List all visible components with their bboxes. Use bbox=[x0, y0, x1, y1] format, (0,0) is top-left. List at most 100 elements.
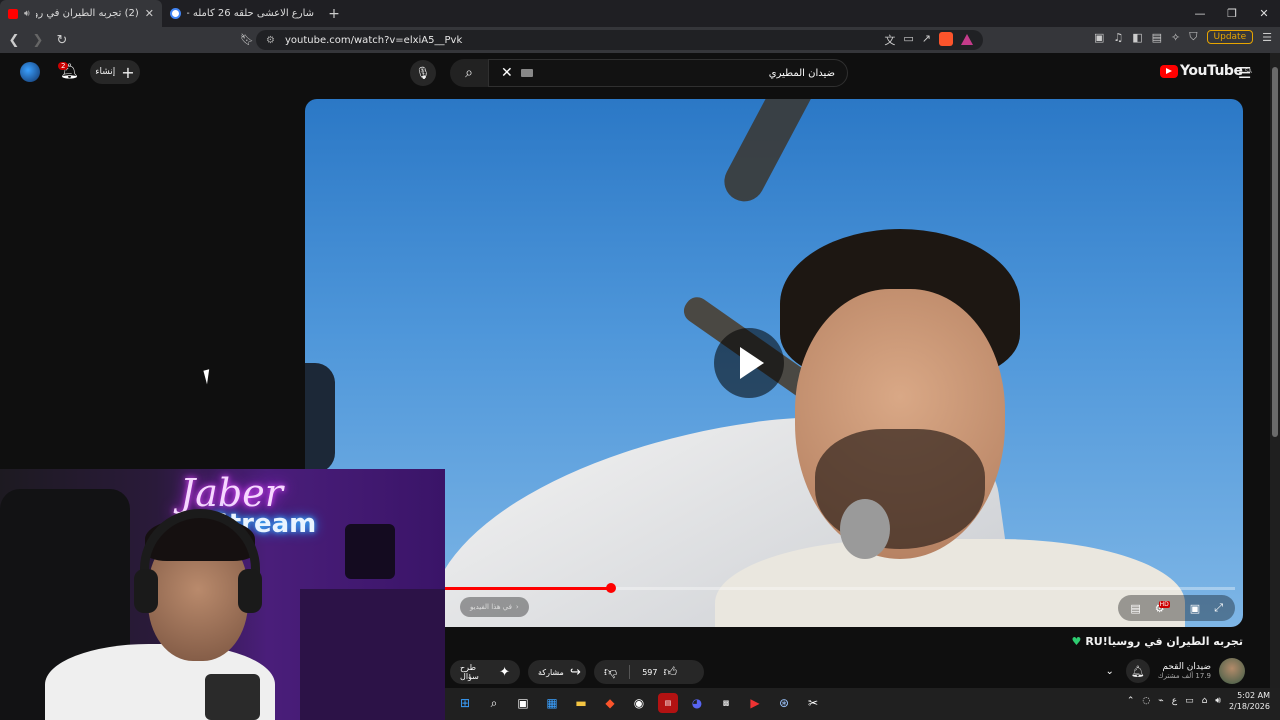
tab-title: شارع الاعشى حلقه 26 كامله - Search bbox=[187, 8, 314, 19]
green-heart-icon: ♥ bbox=[1071, 635, 1082, 648]
close-window-icon[interactable]: ✕ bbox=[1248, 0, 1280, 27]
like-dislike-group: 👎︎ 597 👍︎ bbox=[594, 660, 704, 684]
scrubber-handle[interactable] bbox=[605, 583, 616, 593]
channel-avatar[interactable] bbox=[1219, 658, 1245, 684]
minimize-icon[interactable]: — bbox=[1184, 0, 1216, 27]
sidebar-icon[interactable]: ◧ bbox=[1132, 31, 1142, 44]
new-tab-button[interactable]: + bbox=[322, 6, 346, 22]
page-scrollbar[interactable] bbox=[1270, 53, 1280, 688]
hamburger-menu-icon[interactable]: ☰ bbox=[1238, 64, 1251, 82]
settings-gear-icon[interactable]: ⚙HD bbox=[1155, 600, 1176, 615]
news-app-icon[interactable]: ▤ bbox=[658, 693, 678, 713]
mouse-cursor-icon bbox=[203, 367, 219, 385]
close-tab-icon[interactable]: ✕ bbox=[145, 7, 154, 20]
obs-icon[interactable]: ◉ bbox=[629, 693, 649, 713]
clear-search-icon[interactable]: ✕ bbox=[501, 65, 513, 81]
speaker-icon[interactable]: 🔊︎ bbox=[24, 9, 30, 19]
progress-bar[interactable] bbox=[445, 583, 1235, 593]
channel-name[interactable]: ضيدان القحم bbox=[1158, 662, 1211, 672]
video-player[interactable]: في هذا الفيديو › ▤ ⚙HD ▣ ⤢ bbox=[305, 99, 1243, 627]
back-icon[interactable]: ❮ bbox=[4, 33, 24, 48]
like-count[interactable]: 597 bbox=[642, 668, 657, 677]
music-icon[interactable]: ♫ bbox=[1113, 31, 1123, 44]
site-settings-icon[interactable]: ⚙ bbox=[266, 35, 275, 46]
translate-icon[interactable]: 文 bbox=[884, 32, 895, 48]
steam-icon[interactable]: ⊛ bbox=[774, 693, 794, 713]
brave-browser-icon[interactable]: ◆ bbox=[600, 693, 620, 713]
store-icon[interactable]: ▦ bbox=[542, 693, 562, 713]
keyboard-language[interactable]: ع bbox=[1172, 696, 1177, 706]
tab-title: (2) تجربه الطيران في روسيا!belf bbox=[35, 8, 139, 19]
capcut-icon[interactable]: ✂ bbox=[803, 693, 823, 713]
search-icon[interactable]: ⌕ bbox=[450, 59, 488, 87]
brave-shields-icon[interactable] bbox=[939, 32, 953, 46]
search-icon[interactable]: ⌕ bbox=[484, 693, 504, 713]
kick-icon[interactable]: ▩ bbox=[716, 693, 736, 713]
address-bar[interactable]: ⚙ youtube.com/watch?v=elxiA5__Pvk 文 ▭ ↗ bbox=[256, 30, 983, 50]
task-view-icon[interactable]: ▣ bbox=[513, 693, 533, 713]
play-button[interactable] bbox=[714, 328, 784, 398]
voice-search-mic-icon[interactable]: 🎙︎ bbox=[410, 60, 436, 86]
url-text[interactable]: youtube.com/watch?v=elxiA5__Pvk bbox=[285, 35, 462, 46]
vpn-shield-icon[interactable]: ⛉ bbox=[1189, 30, 1197, 44]
search-input[interactable]: ✕ ضيدان المطيري bbox=[488, 59, 848, 87]
shelf bbox=[345, 524, 395, 579]
subscribed-bell-icon[interactable]: 🔔︎ bbox=[1125, 659, 1150, 683]
search-box: ⌕ ✕ ضيدان المطيري bbox=[450, 59, 848, 87]
search-query[interactable]: ضيدان المطيري bbox=[769, 68, 835, 79]
youtube-play-logo-icon bbox=[1160, 64, 1178, 78]
youtube-header: 🔔︎ 2 إنشاء + 🎙︎ ⌕ ✕ ضيدان المطيري YouTub… bbox=[0, 53, 1270, 93]
update-button[interactable]: Update bbox=[1206, 30, 1254, 44]
subscriber-count: 17.9 ألف مشترك bbox=[1157, 672, 1211, 680]
media-player-icon[interactable]: ▶ bbox=[745, 693, 765, 713]
clock[interactable]: 5:02 AM 2/18/2026 bbox=[1229, 690, 1270, 712]
tab-youtube[interactable]: 🔊︎ (2) تجربه الطيران في روسيا!belf ✕ bbox=[0, 0, 162, 27]
lavalier-mic bbox=[840, 499, 890, 559]
display-icon[interactable]: ▭ bbox=[1185, 696, 1194, 706]
bookmark-icon[interactable]: 🔖︎ bbox=[240, 33, 254, 46]
brave-rewards-icon[interactable] bbox=[961, 34, 973, 45]
browser-toolbar: ❮ ❯ ↻ 🔖︎ ⚙ youtube.com/watch?v=elxiA5__P… bbox=[0, 27, 1280, 53]
wallet-icon[interactable]: ▤ bbox=[1152, 31, 1162, 44]
restore-icon[interactable]: ❐ bbox=[1216, 0, 1248, 27]
video-actions: طرح سؤال ✦ مشاركة ↪ 👎︎ 597 👍︎ ⌄ 🔔︎ ضيدان… bbox=[450, 658, 1245, 688]
discord-icon[interactable]: ◕ bbox=[687, 693, 707, 713]
windows-start-icon[interactable]: ⊞ bbox=[455, 693, 475, 713]
subtitles-icon[interactable]: ▤ bbox=[1130, 602, 1140, 615]
hd-badge: HD bbox=[1158, 600, 1170, 608]
forward-icon[interactable]: ❯ bbox=[28, 33, 48, 48]
player-controls: ▤ ⚙HD ▣ ⤢ bbox=[1118, 595, 1235, 621]
share-icon[interactable]: ↗ bbox=[922, 32, 931, 48]
chevron-up-icon[interactable]: ⌃ bbox=[1127, 696, 1135, 706]
browser-tab-bar: 🔊︎ (2) تجربه الطيران في روسيا!belf ✕ شار… bbox=[0, 0, 1280, 27]
video-title: تجربه الطيران في روسيا!RU ♥ bbox=[1071, 635, 1243, 648]
chevron-icon: › bbox=[515, 603, 519, 611]
fullscreen-icon[interactable]: ⤢ bbox=[1214, 601, 1223, 615]
scrollbar-thumb[interactable] bbox=[1272, 67, 1278, 437]
like-icon[interactable]: 👍︎ bbox=[663, 665, 677, 680]
reader-mode-icon[interactable]: ▣ bbox=[1094, 31, 1104, 44]
menu-icon[interactable]: ☰ bbox=[1262, 31, 1272, 44]
volume-icon[interactable]: 🔊︎ bbox=[1215, 696, 1221, 706]
dislike-icon[interactable]: 👎︎ bbox=[604, 665, 617, 680]
clock-date: 2/18/2026 bbox=[1228, 702, 1270, 711]
reload-icon[interactable]: ↻ bbox=[52, 33, 72, 48]
tab-search[interactable]: شارع الاعشى حلقه 26 كامله - Search bbox=[162, 0, 322, 27]
leo-ai-icon[interactable]: ✧ bbox=[1171, 31, 1180, 44]
google-favicon-icon bbox=[170, 8, 181, 19]
tray-app-icon[interactable]: ⌁ bbox=[1158, 696, 1163, 706]
chevron-down-icon[interactable]: ⌄ bbox=[1106, 666, 1114, 677]
ask-button[interactable]: طرح سؤال ✦ bbox=[450, 660, 520, 684]
chapter-label[interactable]: في هذا الفيديو › bbox=[460, 597, 529, 617]
network-icon[interactable]: ⌂ bbox=[1202, 696, 1208, 706]
create-button[interactable]: إنشاء + bbox=[90, 60, 140, 84]
miniplayer-icon[interactable]: ▣ bbox=[1190, 602, 1200, 615]
sparkle-icon: ✦ bbox=[499, 664, 510, 680]
account-avatar[interactable] bbox=[20, 62, 40, 82]
keyboard-icon[interactable] bbox=[520, 69, 533, 77]
share-button[interactable]: مشاركة ↪ bbox=[528, 660, 586, 684]
logo-text: YouTube bbox=[1180, 63, 1243, 79]
cast-icon[interactable]: ▭ bbox=[903, 32, 913, 48]
tray-app-icon[interactable]: ◌ bbox=[1142, 696, 1150, 706]
file-explorer-icon[interactable]: ▬ bbox=[571, 693, 591, 713]
